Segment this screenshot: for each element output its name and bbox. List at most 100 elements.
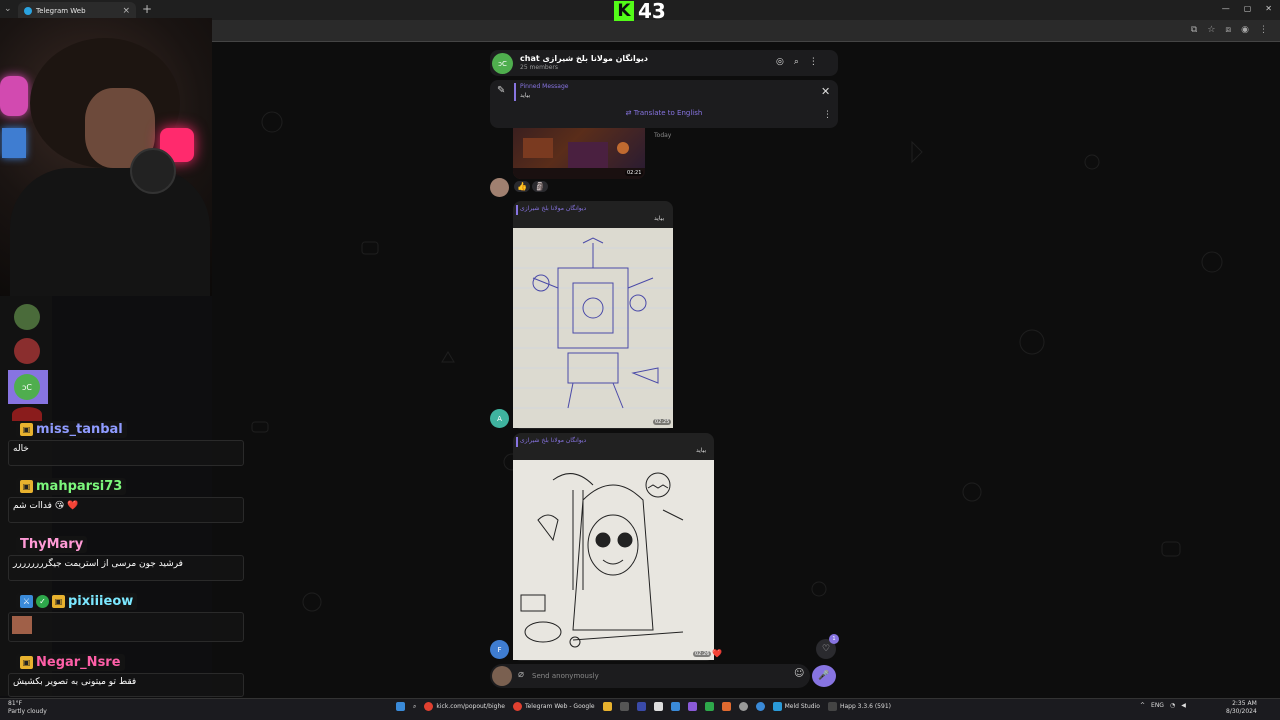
- taskbar-item[interactable]: Telegram Web - Google: [512, 702, 595, 711]
- language-indicator[interactable]: ENG: [1151, 702, 1164, 709]
- toolbar-icons: ⧉ ☆ ⧈ ◉ ⋮: [1191, 25, 1268, 35]
- app-icon[interactable]: [755, 702, 765, 711]
- chat-avatar[interactable]: ɔC: [492, 53, 513, 74]
- reaction-thumbs-up[interactable]: 👍: [514, 181, 530, 192]
- install-app-icon[interactable]: ⧉: [1191, 25, 1197, 35]
- start-button[interactable]: [396, 702, 405, 711]
- chevron-up-icon[interactable]: ^: [1140, 702, 1145, 709]
- chat-list-avatar-active[interactable]: ɔC: [14, 374, 40, 400]
- extensions-icon[interactable]: ⧈: [1225, 25, 1231, 35]
- meld-icon: [772, 702, 782, 711]
- search-icon[interactable]: ⌕: [413, 703, 416, 711]
- chat-username-text: Negar_Nsre: [36, 655, 121, 670]
- volume-icon[interactable]: ◀: [1181, 702, 1186, 709]
- more-menu-icon[interactable]: ⋮: [823, 110, 832, 120]
- streamer-jacket: [10, 168, 210, 296]
- taskbar-item[interactable]: Meld Studio: [772, 702, 820, 711]
- minimize-icon[interactable]: —: [1222, 4, 1230, 13]
- message-photo-drawing[interactable]: [513, 228, 673, 428]
- chat-message-text: خاله: [8, 440, 244, 466]
- message-input[interactable]: [532, 668, 782, 684]
- chat-list-avatar[interactable]: [14, 304, 40, 330]
- app-icon[interactable]: [704, 702, 714, 711]
- close-icon[interactable]: ✕: [821, 85, 830, 98]
- chat-emote: [12, 616, 32, 634]
- bookmark-star-icon[interactable]: ☆: [1207, 25, 1215, 35]
- more-menu-icon[interactable]: ⋮: [809, 57, 818, 67]
- subscriber-badge-icon: ▣: [52, 595, 65, 608]
- tab-menu-icon[interactable]: ⌄: [4, 4, 12, 14]
- search-icon[interactable]: ⌕: [794, 57, 799, 67]
- emoji-icon[interactable]: ☺: [794, 668, 804, 679]
- attach-icon[interactable]: ⌀: [518, 669, 524, 680]
- livestream-icon[interactable]: ◎: [776, 57, 784, 67]
- neon-sign: [0, 76, 28, 116]
- tab-close-icon[interactable]: ×: [122, 6, 130, 16]
- clock[interactable]: 2:35 AM 8/30/2024: [1226, 700, 1257, 716]
- subscriber-badge-icon: ▣: [20, 423, 33, 436]
- chat-username-text: ThyMary: [20, 537, 84, 552]
- maximize-icon[interactable]: ▢: [1244, 4, 1252, 13]
- folder-icon[interactable]: [602, 702, 612, 711]
- window-controls: — ▢ ✕: [1222, 4, 1272, 13]
- moderator-badge-icon: ⚔: [20, 595, 33, 608]
- kick-logo-number: 43: [638, 0, 666, 23]
- app-icon[interactable]: [670, 702, 680, 711]
- wifi-icon[interactable]: ◔: [1170, 702, 1175, 709]
- sender-avatar[interactable]: F: [490, 640, 509, 659]
- profile-icon[interactable]: ◉: [1241, 25, 1249, 35]
- reaction-moai[interactable]: 🗿: [531, 181, 548, 192]
- weather-widget[interactable]: 81°F Partly cloudy: [8, 700, 47, 716]
- chat-background: [212, 42, 1280, 698]
- pinned-indicator: [514, 83, 516, 101]
- app-icon[interactable]: [653, 702, 663, 711]
- forward-source[interactable]: دیوانگان مولانا بلخ شیرازی: [520, 437, 586, 444]
- clock-date: 8/30/2024: [1226, 708, 1257, 715]
- windows-icon: [396, 702, 405, 711]
- sender-avatar[interactable]: [490, 178, 509, 197]
- message-caption: بیاید: [654, 215, 665, 222]
- chat-username: ▣ miss_tanbal: [16, 421, 127, 438]
- message-caption: بیاید: [696, 447, 707, 454]
- address-bar[interactable]: [212, 20, 1280, 42]
- pinned-label[interactable]: Pinned Message: [520, 83, 568, 90]
- message-time: 02:21: [625, 170, 644, 176]
- app-icon[interactable]: [721, 702, 731, 711]
- app-icon[interactable]: [636, 702, 646, 711]
- kick-logo: K 43: [614, 0, 666, 23]
- forward-source[interactable]: دیوانگان مولانا بلخ شیرازی: [520, 205, 586, 212]
- subscriber-badge-icon: ▣: [20, 480, 33, 493]
- taskbar-item-label: kick.com/popout/bighe: [436, 703, 505, 710]
- reaction-heart[interactable]: ❤️: [712, 649, 722, 658]
- chat-header-actions: ◎ ⌕ ⋮: [776, 57, 818, 67]
- pinned-text[interactable]: بیاید: [520, 92, 530, 99]
- taskbar-item[interactable]: kick.com/popout/bighe: [424, 702, 505, 711]
- taskbar-item-label: Meld Studio: [784, 703, 820, 710]
- webcam-overlay: [0, 18, 212, 296]
- menu-dots-icon[interactable]: ⋮: [1259, 25, 1268, 35]
- taskbar-items: ⌕ kick.com/popout/bighe Telegram Web - G…: [396, 702, 891, 711]
- app-icon[interactable]: [687, 702, 697, 711]
- taskbar-item-label: Happ 3.3.6 (591): [839, 703, 891, 710]
- taskbar-item-label: Telegram Web - Google: [524, 703, 595, 710]
- chrome-icon: [424, 702, 434, 711]
- happ-icon: [827, 702, 837, 711]
- neon-sign: [2, 128, 26, 158]
- chat-list-avatar[interactable]: [14, 338, 40, 364]
- microphone-button[interactable]: 🎤: [812, 665, 836, 687]
- translate-button[interactable]: ⇄ Translate to English: [490, 109, 838, 117]
- weather-temp: 81°F: [8, 700, 23, 707]
- message-photo-drawing[interactable]: [513, 460, 714, 660]
- close-window-icon[interactable]: ✕: [1265, 4, 1272, 13]
- tab-title: Telegram Web: [36, 7, 86, 15]
- pin-icon[interactable]: ✎: [497, 85, 505, 96]
- chrome-icon: [512, 702, 522, 711]
- chat-message-text: [8, 612, 244, 642]
- app-icon[interactable]: [738, 702, 748, 711]
- sender-avatar[interactable]: A: [490, 409, 509, 428]
- new-tab-button[interactable]: +: [142, 2, 152, 16]
- taskbar-item[interactable]: Happ 3.3.6 (591): [827, 702, 891, 711]
- weather-desc: Partly cloudy: [8, 708, 47, 715]
- app-icon[interactable]: [619, 702, 629, 711]
- send-as-avatar[interactable]: [492, 666, 512, 686]
